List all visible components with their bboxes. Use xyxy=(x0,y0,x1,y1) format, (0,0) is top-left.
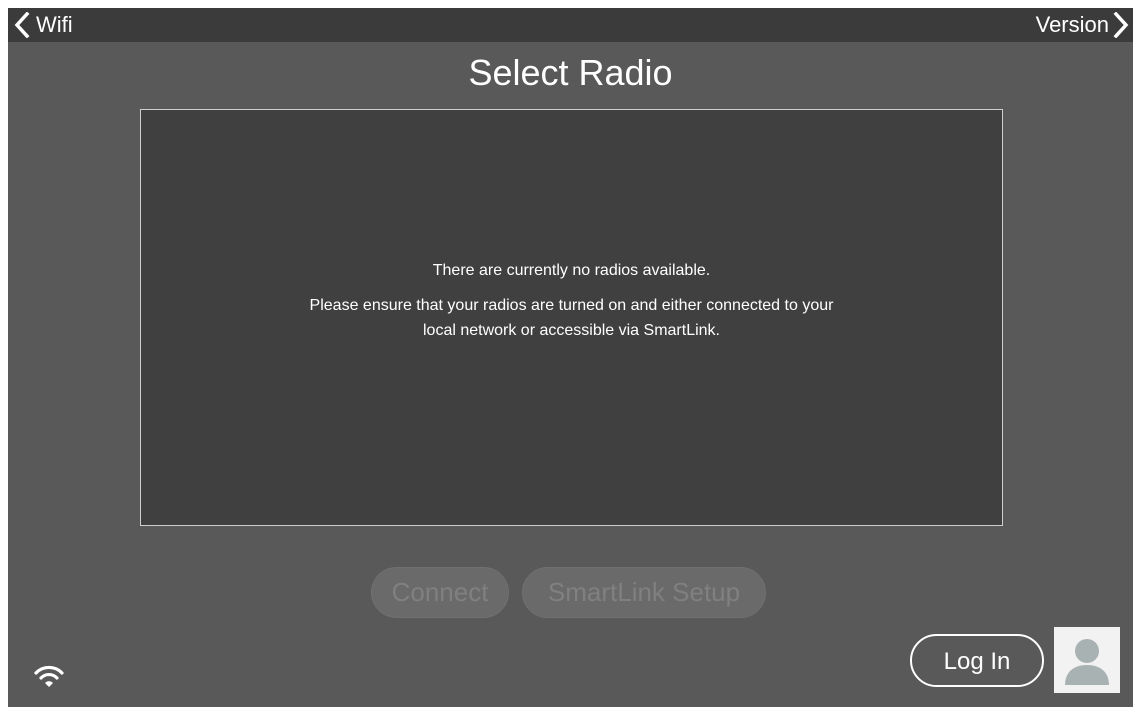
page-title: Select Radio xyxy=(468,52,673,93)
forward-label: Version xyxy=(1035,12,1109,37)
top-bar: Wifi Version xyxy=(8,8,1133,42)
user-avatar-icon[interactable] xyxy=(1054,627,1120,693)
avatar-silhouette xyxy=(1065,639,1109,685)
connect-button[interactable]: Connect xyxy=(371,567,509,618)
action-buttons: Connect SmartLink Setup xyxy=(8,567,1133,618)
chevron-right-icon xyxy=(1113,12,1129,38)
radio-list-panel: There are currently no radios available.… xyxy=(140,109,1003,526)
app-window: Wifi Version Select Radio There are curr… xyxy=(8,8,1133,707)
back-label: Wifi xyxy=(36,12,73,37)
empty-state-hint: Please ensure that your radios are turne… xyxy=(309,297,834,339)
empty-state: There are currently no radios available.… xyxy=(141,260,1002,343)
back-wifi-button[interactable]: Wifi xyxy=(14,10,73,40)
forward-version-button[interactable]: Version xyxy=(1036,10,1129,40)
wifi-icon xyxy=(34,665,64,687)
login-button[interactable]: Log In xyxy=(910,634,1044,687)
smartlink-setup-button[interactable]: SmartLink Setup xyxy=(522,567,766,618)
chevron-left-icon xyxy=(14,12,30,38)
empty-state-title: There are currently no radios available. xyxy=(432,262,711,279)
